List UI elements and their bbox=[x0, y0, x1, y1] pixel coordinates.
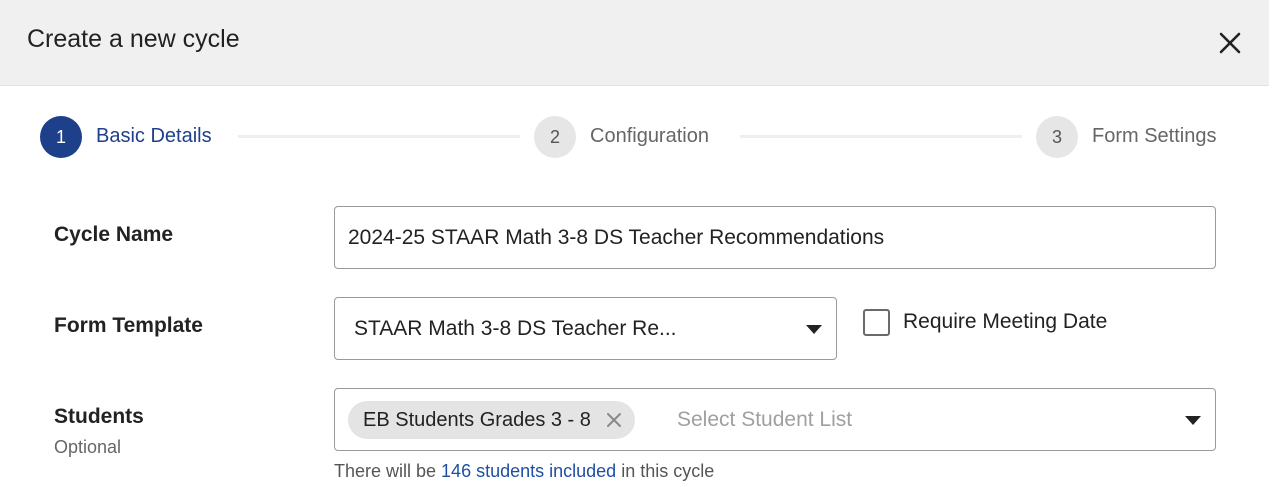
stepper: 1 Basic Details 2 Configuration 3 Form S… bbox=[40, 116, 1240, 158]
step-3-circle[interactable]: 3 bbox=[1036, 116, 1078, 158]
students-optional-label: Optional bbox=[54, 437, 122, 457]
student-list-select[interactable]: EB Students Grades 3 - 8 Select Student … bbox=[334, 388, 1216, 451]
form-template-select[interactable]: STAAR Math 3-8 DS Teacher Re... bbox=[334, 297, 837, 360]
students-info: There will be 146 students included in t… bbox=[334, 461, 714, 482]
chip-label: EB Students Grades 3 - 8 bbox=[363, 408, 591, 431]
require-meeting-date-checkbox[interactable] bbox=[863, 308, 890, 336]
caret-down-icon bbox=[806, 325, 822, 334]
cycle-name-label: Cycle Name bbox=[54, 223, 174, 246]
students-included-link[interactable]: 146 students included bbox=[441, 461, 616, 481]
step-3-label[interactable]: Form Settings bbox=[1092, 125, 1216, 148]
info-suffix: in this cycle bbox=[616, 461, 715, 481]
form-template-label: Form Template bbox=[54, 314, 203, 337]
student-list-placeholder[interactable]: Select Student List bbox=[677, 408, 852, 432]
require-meeting-date-option[interactable]: Require Meeting Date bbox=[863, 308, 1107, 336]
require-meeting-date-label[interactable]: Require Meeting Date bbox=[903, 310, 1107, 334]
caret-down-icon bbox=[1185, 416, 1201, 425]
step-2-label[interactable]: Configuration bbox=[590, 125, 709, 148]
step-1-label[interactable]: Basic Details bbox=[96, 125, 212, 148]
step-connector-1 bbox=[238, 135, 520, 138]
step-1-circle[interactable]: 1 bbox=[40, 116, 82, 158]
step-connector-2 bbox=[740, 135, 1022, 138]
close-icon[interactable] bbox=[1219, 32, 1241, 54]
student-list-chip: EB Students Grades 3 - 8 bbox=[348, 401, 635, 439]
modal-header: Create a new cycle bbox=[0, 0, 1269, 86]
form-template-value: STAAR Math 3-8 DS Teacher Re... bbox=[354, 317, 677, 340]
close-button[interactable] bbox=[1213, 26, 1247, 60]
step-2-circle[interactable]: 2 bbox=[534, 116, 576, 158]
cycle-name-input[interactable] bbox=[334, 206, 1216, 269]
info-prefix: There will be bbox=[334, 461, 442, 481]
students-label: Students bbox=[54, 405, 144, 428]
x-icon[interactable] bbox=[606, 412, 622, 428]
chip-remove-button[interactable] bbox=[605, 411, 623, 429]
modal-title: Create a new cycle bbox=[27, 25, 240, 53]
